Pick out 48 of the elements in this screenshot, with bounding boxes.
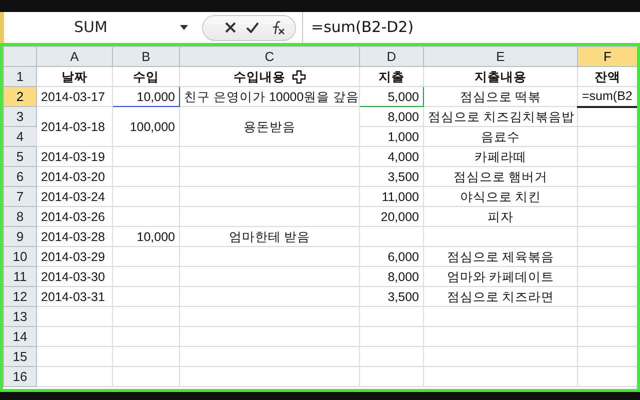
- table-cell: 100,000: [112, 106, 180, 146]
- column-header[interactable]: F: [578, 48, 636, 66]
- table-cell: 20,000: [360, 206, 424, 226]
- table-cell: 10,000: [112, 226, 180, 246]
- table-cell: 5,000: [360, 86, 424, 106]
- table-cell: 2014-03-30: [36, 266, 112, 286]
- table-cell: 피자: [424, 206, 578, 226]
- column-title-cell: 수입내용: [180, 66, 360, 86]
- column-title-cell: 지출: [360, 66, 424, 86]
- table-cell: 2014-03-19: [36, 146, 112, 166]
- table-cell: 2014-03-18: [36, 106, 112, 146]
- table-cell: 카페라떼: [424, 146, 578, 166]
- table-cell: 2014-03-29: [36, 246, 112, 266]
- table-cell: 점심으로 제육볶음: [424, 246, 578, 266]
- table-cell: 엄마한테 받음: [180, 226, 360, 246]
- table-cell: 2014-03-20: [36, 166, 112, 186]
- row-header[interactable]: 2: [4, 88, 36, 106]
- table-cell: 3,500: [360, 286, 424, 306]
- checkmark-icon[interactable]: [246, 22, 259, 33]
- table-cell: 8,000: [360, 266, 424, 286]
- table-cell: 6,000: [360, 246, 424, 266]
- column-title-cell: 지출내용: [424, 66, 578, 86]
- dropdown-caret-icon: [180, 25, 188, 30]
- table-cell: 친구 은영이가 10000원을 갚음: [180, 86, 360, 106]
- table-cell: 야식으로 치킨: [424, 186, 578, 206]
- table-cell: 용돈받음: [180, 106, 360, 146]
- table-cell: 2014-03-24: [36, 186, 112, 206]
- table-cell: 엄마와 카페데이트: [424, 266, 578, 286]
- table-cell: 점심으로 치즈김치볶음밥: [424, 106, 578, 126]
- table-cell: 10,000: [112, 86, 180, 106]
- table-cell: 2014-03-28: [36, 226, 112, 246]
- table-cell: 1,000: [360, 126, 424, 146]
- table-cell: 11,000: [360, 186, 424, 206]
- table-cell: 점심으로 햄버거: [424, 166, 578, 186]
- table-cell: 음료수: [424, 126, 578, 146]
- table-cell: 2014-03-31: [36, 286, 112, 306]
- table-cell: 3,500: [360, 166, 424, 186]
- column-title-cell: 날짜: [36, 66, 112, 86]
- cursor-icon: [292, 70, 306, 84]
- table-cell: 점심으로 떡볶: [424, 86, 578, 106]
- table-cell: 2014-03-26: [36, 206, 112, 226]
- table-cell: 2014-03-17: [36, 86, 112, 106]
- name-box[interactable]: SUM: [4, 16, 194, 40]
- table-cell: 점심으로 치즈라면: [424, 286, 578, 306]
- cancel-icon[interactable]: [225, 22, 236, 33]
- column-title-cell: 수입: [112, 66, 180, 86]
- table-cell: 8,000: [360, 106, 424, 126]
- table-cell: 4,000: [360, 146, 424, 166]
